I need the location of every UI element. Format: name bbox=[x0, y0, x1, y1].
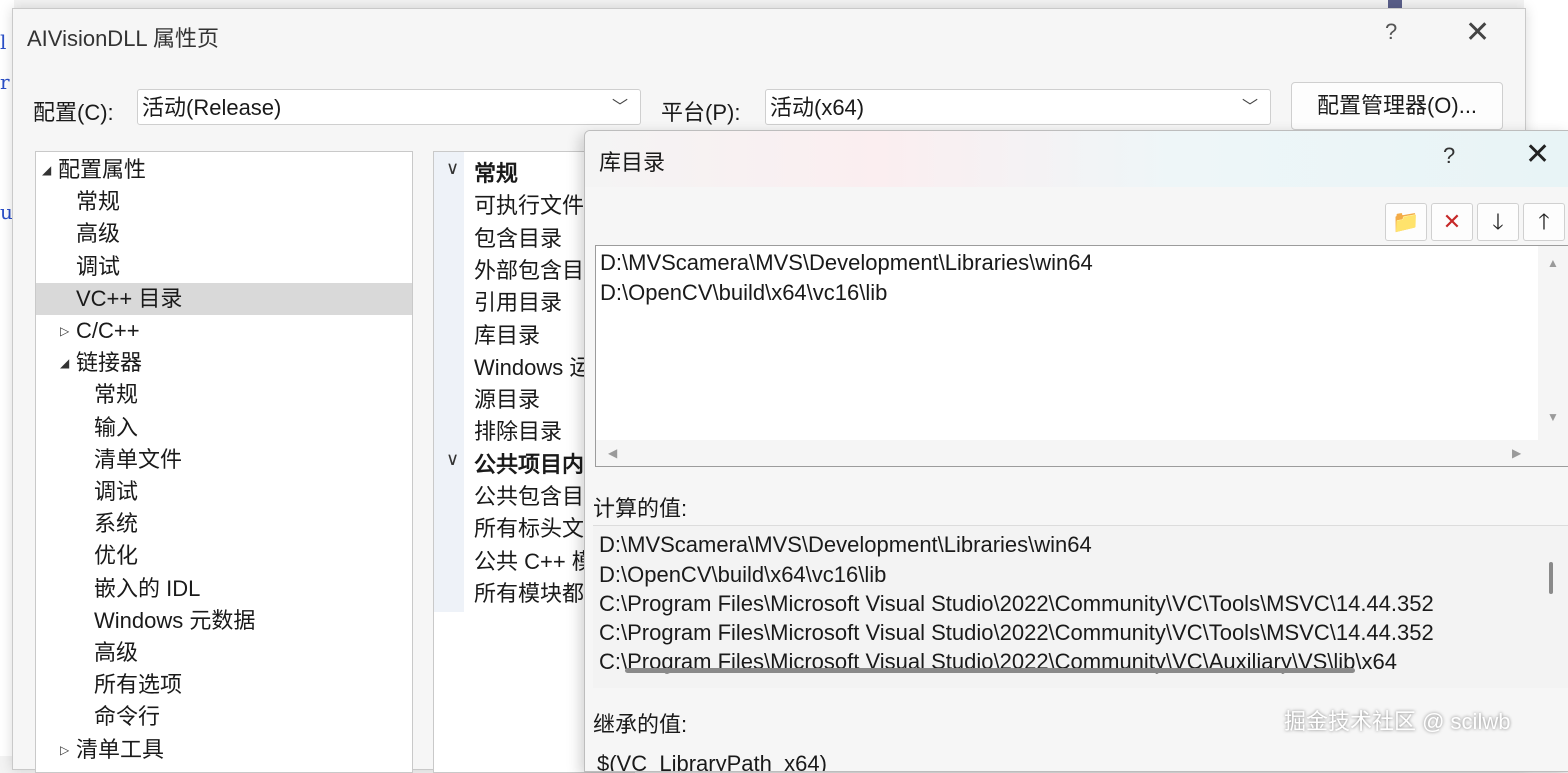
arrow-down-icon[interactable]: 🡓 bbox=[1477, 203, 1519, 241]
tree-item-label: 输入 bbox=[94, 414, 139, 440]
inherited-value: $(VC_LibraryPath_x64) bbox=[597, 751, 827, 771]
delete-icon[interactable]: ✕ bbox=[1431, 203, 1473, 241]
arrow-up-icon[interactable]: 🡑 bbox=[1523, 203, 1565, 241]
collapsed-triangle-icon[interactable]: ▷ bbox=[60, 315, 69, 347]
scroll-down-icon[interactable]: ▼ bbox=[1547, 410, 1559, 424]
background-window bbox=[1524, 0, 1568, 130]
config-value: 活动(Release) bbox=[142, 95, 282, 120]
expanded-triangle-icon[interactable]: ◢ bbox=[60, 347, 69, 379]
help-button[interactable]: ? bbox=[1443, 143, 1455, 169]
tree-item-label: 清单工具 bbox=[76, 736, 165, 762]
grid-property[interactable]: Windows 运 bbox=[474, 352, 591, 384]
library-directories-dialog: 库目录 ? ✕ 📁 ✕ 🡓 🡑 D:\MVScamera\MVS\Develop… bbox=[584, 130, 1568, 772]
config-label: 配置(C): bbox=[33, 100, 114, 125]
vertical-scrollbar[interactable]: ▲ ▼ bbox=[1538, 246, 1568, 442]
tree-item-label: 链接器 bbox=[76, 350, 143, 376]
computed-value: D:\OpenCV\build\x64\vc16\lib bbox=[599, 562, 887, 587]
grid-category[interactable]: 常规 bbox=[474, 158, 518, 190]
help-button[interactable]: ? bbox=[1385, 19, 1397, 45]
scroll-left-icon[interactable]: ◀ bbox=[608, 446, 617, 460]
tree-item-label: 优化 bbox=[94, 543, 139, 569]
vertical-scroll-thumb[interactable] bbox=[1549, 562, 1553, 594]
tree-item-label: 高级 bbox=[94, 640, 139, 665]
library-paths-editor[interactable]: D:\MVScamera\MVS\Development\Libraries\w… bbox=[595, 245, 1568, 467]
tree-item-label: 调试 bbox=[76, 253, 121, 279]
tree-item-label: 高级 bbox=[76, 221, 121, 247]
grid-property[interactable]: 公共 C++ 模 bbox=[474, 546, 594, 578]
computed-values-label: 计算的值: bbox=[593, 496, 688, 521]
expanded-triangle-icon[interactable]: ◢ bbox=[42, 154, 51, 186]
tree-item-label: 嵌入的 IDL bbox=[94, 575, 201, 601]
scroll-up-icon[interactable]: ▲ bbox=[1547, 256, 1559, 270]
grid-gutter bbox=[434, 152, 464, 612]
chevron-down-icon[interactable]: ∨ bbox=[446, 158, 459, 179]
grid-property[interactable]: 引用目录 bbox=[474, 287, 562, 319]
new-folder-icon[interactable]: 📁 bbox=[1385, 203, 1427, 241]
grid-property[interactable]: 所有模块都 bbox=[474, 578, 584, 610]
tree-item-label: 命令行 bbox=[94, 704, 161, 730]
grid-property[interactable]: 包含目录 bbox=[474, 223, 562, 255]
computed-value: C:\Program Files\Microsoft Visual Studio… bbox=[599, 591, 1434, 616]
path-entry[interactable]: D:\MVScamera\MVS\Development\Libraries\w… bbox=[600, 248, 1093, 278]
chevron-down-icon: ﹀ bbox=[611, 99, 628, 116]
computed-values-list[interactable]: D:\MVScamera\MVS\Development\Libraries\w… bbox=[593, 525, 1568, 688]
platform-value: 活动(x64) bbox=[770, 95, 865, 120]
tree-item-label: 常规 bbox=[94, 382, 139, 408]
grid-property[interactable]: 外部包含目 bbox=[474, 255, 584, 287]
tree-item-label: 常规 bbox=[76, 189, 121, 215]
grid-property[interactable]: 可执行文件 bbox=[474, 190, 584, 222]
tree-item-label: 配置属性 bbox=[58, 157, 147, 182]
dialog-title: 库目录 bbox=[599, 150, 666, 175]
grid-property[interactable]: 源目录 bbox=[474, 384, 540, 416]
tree-item-label: 系统 bbox=[94, 511, 139, 537]
chevron-down-icon[interactable]: ∨ bbox=[446, 449, 459, 470]
collapsed-triangle-icon[interactable]: ▷ bbox=[60, 734, 69, 766]
scroll-right-icon[interactable]: ▶ bbox=[1512, 446, 1521, 460]
chevron-down-icon: ﹀ bbox=[1241, 99, 1258, 116]
background-marker bbox=[1388, 0, 1402, 8]
platform-dropdown[interactable]: 活动(x64) ﹀ bbox=[765, 89, 1271, 125]
path-entry[interactable]: D:\OpenCV\build\x64\vc16\lib bbox=[600, 278, 887, 308]
property-tree[interactable]: ◢ 配置属性 常规 高级 调试 VC++ 目录 ▷ C/C++ ◢ 链接器 常规 输入 清单文件 调试 系统… bbox=[35, 151, 413, 773]
grid-property[interactable]: 库目录 bbox=[474, 320, 540, 352]
tree-item[interactable]: VC++ 目录 bbox=[36, 282, 412, 315]
dialog-title: AIVisionDLL 属性页 bbox=[27, 26, 219, 51]
horizontal-scrollbar[interactable]: ◀ ▶ bbox=[596, 440, 1568, 466]
platform-label: 平台(P): bbox=[661, 100, 741, 125]
close-icon[interactable]: ✕ bbox=[1525, 137, 1550, 172]
inherited-values-label: 继承的值: bbox=[593, 712, 688, 737]
dialog-header bbox=[585, 131, 1568, 187]
config-dropdown[interactable]: 活动(Release) ﹀ bbox=[137, 89, 641, 125]
tree-item-label: Windows 元数据 bbox=[94, 607, 256, 633]
horizontal-scroll-thumb[interactable] bbox=[625, 668, 1355, 673]
close-icon[interactable]: ✕ bbox=[1465, 15, 1490, 50]
computed-value: C:\Program Files\Microsoft Visual Studio… bbox=[599, 620, 1434, 645]
grid-property[interactable]: 排除目录 bbox=[474, 416, 562, 448]
inherited-values-list[interactable]: $(VC_LibraryPath_x64) bbox=[593, 741, 1568, 771]
tree-item-label: VC++ 目录 bbox=[76, 285, 183, 311]
grid-property[interactable]: 公共包含目 bbox=[474, 481, 584, 513]
tree-item-label: 所有选项 bbox=[94, 672, 183, 698]
grid-category[interactable]: 公共项目内 bbox=[474, 449, 584, 481]
computed-value: D:\MVScamera\MVS\Development\Libraries\w… bbox=[599, 532, 1092, 557]
tree-item-label: 调试 bbox=[94, 479, 139, 504]
tree-item-label: C/C++ bbox=[76, 318, 140, 343]
grid-property[interactable]: 所有标头文 bbox=[474, 513, 584, 545]
watermark: 掘金技术社区 @ scilwb bbox=[1284, 709, 1511, 734]
tree-item-label: 清单文件 bbox=[94, 446, 183, 472]
config-manager-button[interactable]: 配置管理器(O)... bbox=[1291, 82, 1503, 130]
